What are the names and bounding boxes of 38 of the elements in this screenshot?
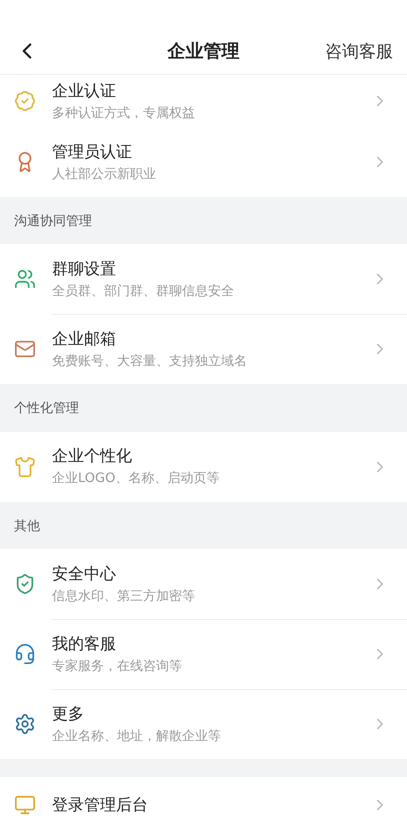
menu-item[interactable]: 群聊设置 全员群、部门群、群聊信息安全 [0,244,407,314]
item-subtitle: 多种认证方式，专属权益 [52,104,196,122]
menu-item[interactable]: 管理员认证 人社部公示新职业 [0,127,407,197]
item-title: 安全中心 [52,564,117,585]
item-title: 企业认证 [52,80,117,102]
users-icon [14,268,36,290]
menu-item[interactable]: 企业个性化 企业LOGO、名称、启动页等 [0,432,407,502]
shirt-icon [14,456,36,478]
section-title: 其他 [14,518,40,535]
menu-item[interactable]: 登录管理后台 [0,777,407,833]
item-title: 群聊设置 [52,258,117,280]
item-subtitle: 企业名称、地址，解散企业等 [52,728,222,745]
item-subtitle: 人社部公示新职业 [52,166,157,182]
item-subtitle: 全员群、部门群、群聊信息安全 [52,282,235,300]
item-title: 企业邮箱 [52,328,117,350]
menu-item[interactable]: 安全中心 信息水印、第三方加密等 [0,549,407,620]
section-title: 沟通协同管理 [14,212,92,230]
item-subtitle: 信息水印、第三方加密等 [52,588,196,605]
item-title: 更多 [52,704,85,725]
item-title: 企业个性化 [52,446,133,468]
headset-icon [14,643,36,666]
item-title: 管理员认证 [52,142,133,162]
item-subtitle: 免费账号、大容量、支持独立域名 [52,352,248,370]
item-title: 我的客服 [52,634,117,655]
settings-icon [14,713,36,736]
monitor-icon [14,794,36,816]
customer-service-link[interactable]: 咨询客服 [325,40,393,62]
shield-check-icon [14,573,36,596]
item-subtitle: 企业LOGO、名称、启动页等 [52,470,220,488]
page-title: 企业管理 [168,40,240,63]
menu-item[interactable]: 企业邮箱 免费账号、大容量、支持独立域名 [0,314,407,384]
badge-check-icon [14,90,36,112]
item-subtitle: 专家服务，在线咨询等 [52,658,183,675]
item-title: 登录管理后台 [52,794,149,816]
menu-item[interactable]: 我的客服 专家服务，在线咨询等 [0,619,407,690]
section-title: 个性化管理 [14,400,79,418]
menu-item[interactable]: 更多 企业名称、地址，解散企业等 [0,689,407,760]
menu-item[interactable]: 企业认证 多种认证方式，专属权益 [0,75,407,127]
